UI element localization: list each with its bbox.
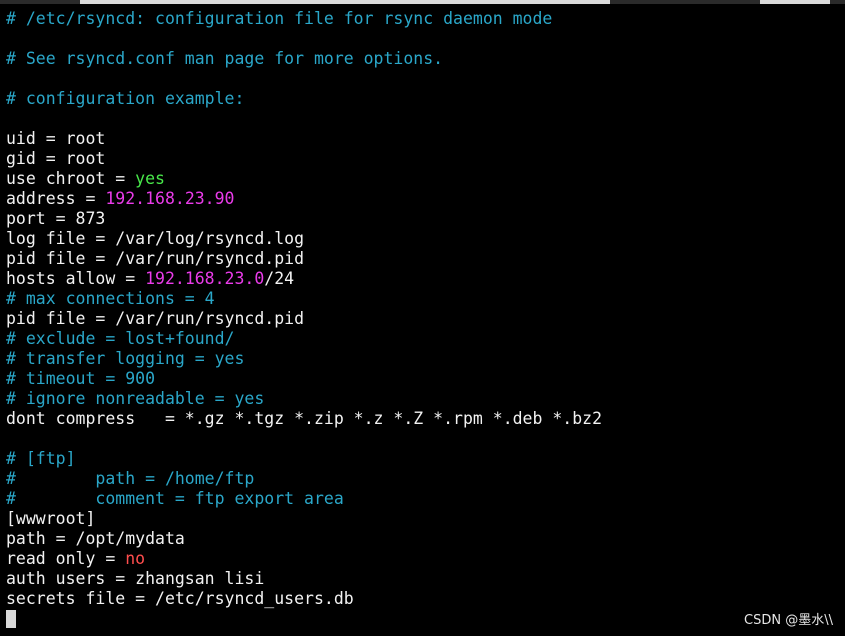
- window-top-highlight-right: [760, 0, 830, 4]
- terminal-line: log file = /var/log/rsyncd.log: [6, 229, 602, 249]
- terminal-token: auth users = zhangsan lisi: [6, 569, 265, 588]
- terminal-token: secrets file = /etc/rsyncd_users.db: [6, 589, 354, 608]
- terminal-token: no: [125, 549, 146, 568]
- terminal-token: yes: [135, 169, 165, 188]
- terminal-line: # path = /home/ftp: [6, 469, 602, 489]
- terminal-line: pid file = /var/run/rsyncd.pid: [6, 249, 602, 269]
- terminal-token: dont compress = *.gz *.tgz *.zip *.z *.Z…: [6, 409, 603, 428]
- terminal-token: /24: [264, 269, 295, 288]
- terminal-line: auth users = zhangsan lisi: [6, 569, 602, 589]
- text-cursor: [6, 610, 16, 628]
- terminal-token: path = /opt/mydata: [6, 529, 185, 548]
- terminal-line: # comment = ftp export area: [6, 489, 602, 509]
- terminal-token: hosts allow =: [6, 269, 146, 288]
- terminal-token: address =: [6, 189, 106, 208]
- terminal-window[interactable]: # /etc/rsyncd: configuration file for rs…: [0, 0, 845, 636]
- terminal-token: read only =: [6, 549, 126, 568]
- terminal-line: address = 192.168.23.90: [6, 189, 602, 209]
- terminal-token: # See rsyncd.conf man page for more opti…: [6, 49, 444, 68]
- terminal-token: log file = /var/log/rsyncd.log: [6, 229, 305, 248]
- terminal-token: uid = root: [6, 129, 106, 148]
- cursor-line: [6, 609, 602, 629]
- terminal-line: read only = no: [6, 549, 602, 569]
- terminal-token: # exclude = lost+found/: [6, 329, 235, 348]
- terminal-line: dont compress = *.gz *.tgz *.zip *.z *.Z…: [6, 409, 602, 429]
- terminal-token: # comment = ftp export area: [6, 489, 344, 508]
- terminal-line: # max connections = 4: [6, 289, 602, 309]
- terminal-line: uid = root: [6, 129, 602, 149]
- terminal-token: # transfer logging = yes: [6, 349, 245, 368]
- terminal-line: use chroot = yes: [6, 169, 602, 189]
- csdn-watermark: CSDN @墨水\\: [744, 613, 833, 628]
- terminal-token: # configuration example:: [6, 89, 245, 108]
- terminal-token: 192.168.23.90: [105, 189, 235, 208]
- terminal-token: # max connections = 4: [6, 289, 215, 308]
- terminal-line: # timeout = 900: [6, 369, 602, 389]
- terminal-token: 192.168.23.0: [145, 269, 265, 288]
- terminal-line: secrets file = /etc/rsyncd_users.db: [6, 589, 602, 609]
- terminal-line: # See rsyncd.conf man page for more opti…: [6, 49, 602, 69]
- terminal-token: # path = /home/ftp: [6, 469, 255, 488]
- terminal-line: # /etc/rsyncd: configuration file for rs…: [6, 9, 602, 29]
- terminal-line: port = 873: [6, 209, 602, 229]
- terminal-line: # transfer logging = yes: [6, 349, 602, 369]
- terminal-line: # configuration example:: [6, 89, 602, 109]
- window-top-edge: [0, 0, 845, 4]
- terminal-token: pid file = /var/run/rsyncd.pid: [6, 249, 305, 268]
- window-top-highlight: [80, 0, 610, 4]
- terminal-token: # [ftp]: [6, 449, 76, 468]
- terminal-token: # timeout = 900: [6, 369, 156, 388]
- terminal-token: # ignore nonreadable = yes: [6, 389, 265, 408]
- terminal-token: [wwwroot]: [6, 509, 96, 528]
- terminal-line: hosts allow = 192.168.23.0/24: [6, 269, 602, 289]
- terminal-line: pid file = /var/run/rsyncd.pid: [6, 309, 602, 329]
- terminal-line: path = /opt/mydata: [6, 529, 602, 549]
- terminal-line: # exclude = lost+found/: [6, 329, 602, 349]
- terminal-line: # ignore nonreadable = yes: [6, 389, 602, 409]
- terminal-token: # /etc/rsyncd: configuration file for rs…: [6, 9, 553, 28]
- terminal-token: gid = root: [6, 149, 106, 168]
- terminal-token: pid file = /var/run/rsyncd.pid: [6, 309, 305, 328]
- terminal-line: [wwwroot]: [6, 509, 602, 529]
- terminal-line: gid = root: [6, 149, 602, 169]
- terminal-text-area[interactable]: # /etc/rsyncd: configuration file for rs…: [6, 9, 602, 629]
- terminal-token: port = 873: [6, 209, 106, 228]
- terminal-token: use chroot =: [6, 169, 136, 188]
- terminal-line: # [ftp]: [6, 449, 602, 469]
